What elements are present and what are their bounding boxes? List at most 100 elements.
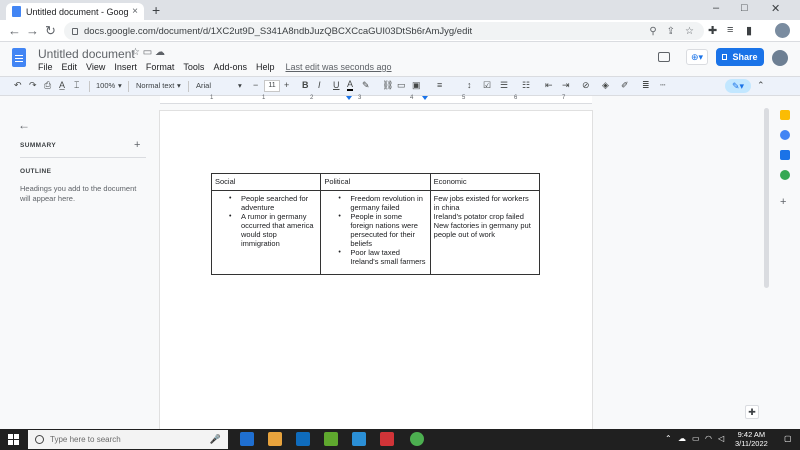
- align-icon[interactable]: ≡: [437, 80, 442, 90]
- browser-tab[interactable]: Untitled document - Google Docs ×: [6, 3, 144, 20]
- link-icon[interactable]: ⛓: [382, 80, 393, 91]
- add-comment-icon[interactable]: ▭: [397, 80, 406, 91]
- underline-button[interactable]: U: [333, 80, 340, 90]
- menu-help[interactable]: Help: [256, 62, 275, 72]
- document-page[interactable]: Social Political Economic People searche…: [160, 111, 592, 429]
- style-select[interactable]: Normal text: [136, 81, 174, 90]
- bold-button[interactable]: B: [302, 80, 309, 90]
- zoom-select[interactable]: 100%: [96, 81, 115, 90]
- share-button[interactable]: Share: [716, 48, 764, 66]
- bulleted-list-icon[interactable]: ☰: [500, 80, 508, 91]
- undo-icon[interactable]: ↶: [14, 80, 22, 91]
- app-t-icon[interactable]: [380, 432, 394, 446]
- style-dropdown-icon[interactable]: ▾: [177, 81, 181, 90]
- wifi-icon[interactable]: ◠: [705, 434, 712, 443]
- line-spacing-icon[interactable]: ↕: [467, 80, 472, 90]
- account-avatar[interactable]: [772, 50, 788, 66]
- app-blue-icon[interactable]: [352, 432, 366, 446]
- vertical-scrollbar[interactable]: [764, 108, 769, 288]
- font-dropdown-icon[interactable]: ▾: [238, 81, 242, 90]
- add-summary-icon[interactable]: +: [134, 139, 140, 151]
- maps-icon[interactable]: [780, 170, 790, 180]
- close-window-button[interactable]: ✕: [771, 2, 780, 15]
- zoom-dropdown-icon[interactable]: ▾: [118, 81, 122, 90]
- bookmark-star-icon[interactable]: ☆: [685, 26, 694, 37]
- editing-mode-button[interactable]: ✎▾: [725, 79, 751, 93]
- print-icon[interactable]: ⎙: [44, 80, 51, 91]
- header-political[interactable]: Political: [320, 173, 431, 191]
- microphone-icon[interactable]: 🎤: [210, 434, 221, 445]
- italic-button[interactable]: I: [318, 80, 321, 90]
- file-explorer-icon[interactable]: [268, 432, 282, 446]
- font-size-input[interactable]: 11: [264, 80, 280, 92]
- close-outline-arrow-icon[interactable]: ←: [18, 118, 30, 132]
- font-select[interactable]: Arial: [196, 81, 211, 90]
- menu-edit[interactable]: Edit: [62, 62, 78, 72]
- left-indent-marker[interactable]: [346, 96, 352, 100]
- volume-icon[interactable]: ◁: [718, 434, 724, 443]
- back-arrow-icon[interactable]: ←: [8, 23, 21, 38]
- list-item[interactable]: Freedom revolution in germany failed: [324, 194, 426, 212]
- star-icon[interactable]: ☆ ▭ ☁: [131, 47, 165, 58]
- increase-indent-icon[interactable]: ⇥: [562, 80, 570, 91]
- task-view-icon[interactable]: [240, 432, 254, 446]
- insert-image-icon[interactable]: ▣: [412, 80, 421, 91]
- forward-arrow-icon[interactable]: →: [26, 23, 39, 38]
- microsoft-store-icon[interactable]: [296, 432, 310, 446]
- economic-line[interactable]: New factories in germany put people out …: [434, 221, 536, 239]
- menu-view[interactable]: View: [86, 62, 105, 72]
- document-title[interactable]: Untitled document: [38, 47, 135, 61]
- list-item[interactable]: Poor law taxed Ireland's small farmers: [324, 248, 426, 266]
- browser-profile-avatar[interactable]: [775, 23, 790, 38]
- new-tab-button[interactable]: +: [152, 2, 160, 18]
- tab-close-icon[interactable]: ×: [132, 6, 138, 17]
- menu-addons[interactable]: Add-ons: [213, 62, 247, 72]
- maximize-button[interactable]: □: [741, 2, 748, 14]
- header-social[interactable]: Social: [210, 173, 322, 191]
- economic-line[interactable]: Few jobs existed for workers in china: [434, 194, 536, 212]
- increase-font-size-icon[interactable]: +: [284, 80, 289, 90]
- reading-list-icon[interactable]: ≡: [727, 24, 733, 36]
- economic-cell[interactable]: Few jobs existed for workers in china Ir…: [429, 190, 541, 275]
- extensions-icon[interactable]: ✚: [708, 24, 717, 37]
- side-panel-icon[interactable]: ▮: [746, 24, 752, 37]
- explore-icon[interactable]: ✚: [745, 405, 759, 419]
- horizontal-ruler[interactable]: 1 1 2 3 4 5 6 7: [160, 95, 592, 104]
- notifications-icon[interactable]: ▢: [784, 434, 792, 443]
- last-edit-link[interactable]: Last edit was seconds ago: [285, 62, 391, 72]
- menu-format[interactable]: Format: [146, 62, 175, 72]
- reload-icon[interactable]: ↻: [45, 23, 56, 39]
- header-economic[interactable]: Economic: [429, 173, 541, 191]
- menu-insert[interactable]: Insert: [114, 62, 137, 72]
- decrease-font-size-icon[interactable]: −: [253, 80, 258, 90]
- contacts-icon[interactable]: [780, 150, 790, 160]
- paint-format-icon[interactable]: ⌶: [74, 80, 79, 91]
- chrome-icon[interactable]: [410, 432, 424, 446]
- minimize-button[interactable]: –: [713, 2, 719, 14]
- redo-icon[interactable]: ↷: [29, 80, 37, 91]
- meet-present-button[interactable]: ⊕▾: [686, 49, 708, 65]
- highlight-icon[interactable]: ✎: [362, 80, 370, 91]
- border-width-icon[interactable]: ≣: [642, 80, 650, 91]
- docs-logo-icon[interactable]: [12, 48, 26, 67]
- omnibox[interactable]: docs.google.com/document/d/1XC2ut9D_S341…: [64, 22, 704, 40]
- clear-formatting-icon[interactable]: ⊘: [582, 80, 590, 91]
- economic-line[interactable]: Ireland's potator crop failed: [434, 212, 536, 221]
- url-text[interactable]: docs.google.com/document/d/1XC2ut9D_S341…: [84, 26, 649, 37]
- system-clock[interactable]: 9:42 AM 3/11/2022: [735, 430, 768, 448]
- move-folder-icon[interactable]: ▭: [143, 47, 152, 58]
- political-cell[interactable]: Freedom revolution in germany failed Peo…: [320, 190, 431, 275]
- comment-history-icon[interactable]: [658, 52, 670, 62]
- show-hidden-icons-icon[interactable]: ⌃: [665, 434, 672, 443]
- tasks-icon[interactable]: [780, 130, 790, 140]
- checklist-icon[interactable]: ☑: [483, 80, 491, 91]
- decrease-indent-icon[interactable]: ⇤: [545, 80, 553, 91]
- taskbar-search-box[interactable]: Type here to search 🎤: [28, 430, 228, 449]
- list-item[interactable]: People searched for adventure: [215, 194, 317, 212]
- get-addons-icon[interactable]: +: [780, 196, 790, 208]
- battery-icon[interactable]: ▭: [692, 434, 700, 443]
- start-menu-icon[interactable]: [8, 434, 19, 445]
- menu-file[interactable]: File: [38, 62, 53, 72]
- right-indent-marker[interactable]: [422, 96, 428, 100]
- border-color-icon[interactable]: ✐: [621, 80, 629, 91]
